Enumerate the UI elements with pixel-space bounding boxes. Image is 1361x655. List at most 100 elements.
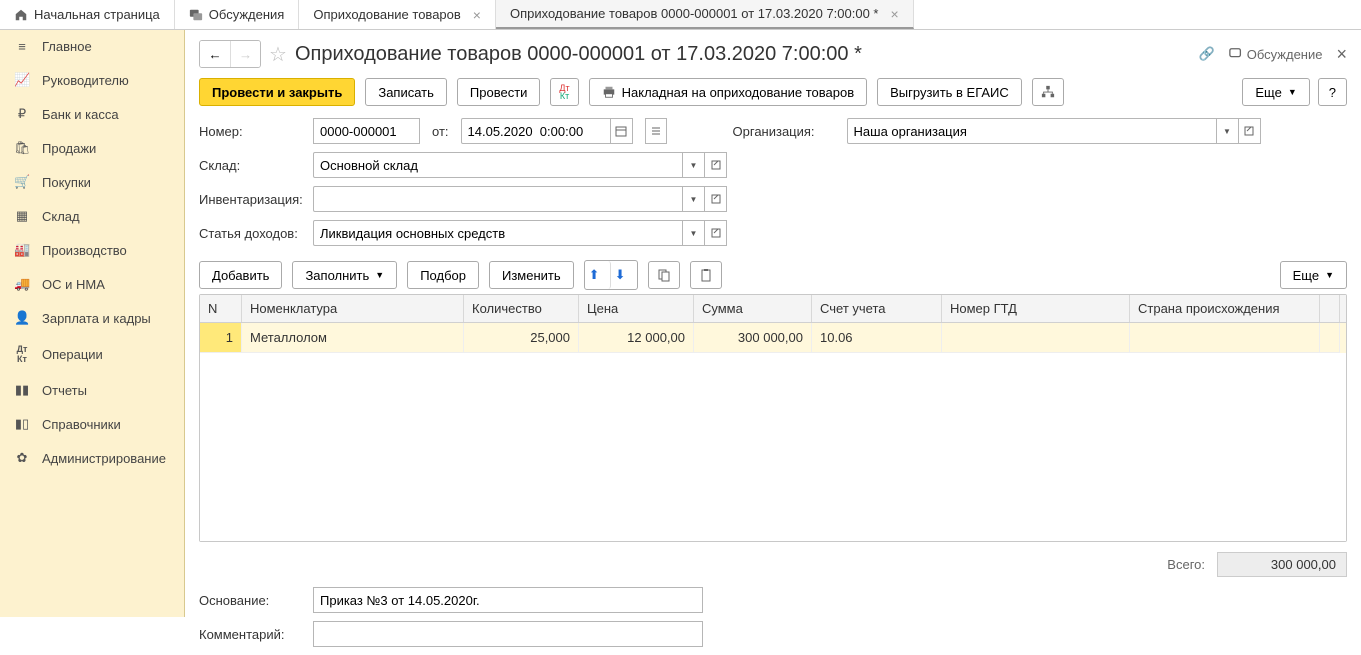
- comment-field[interactable]: [313, 621, 703, 647]
- pick-button[interactable]: Подбор: [407, 261, 479, 289]
- sidebar-item-reports[interactable]: ▮▮Отчеты: [0, 373, 184, 407]
- sidebar-item-label: Отчеты: [42, 383, 87, 398]
- sidebar-item-warehouse[interactable]: ▦Склад: [0, 199, 184, 233]
- move-up-button[interactable]: ⬆: [585, 261, 611, 289]
- open-button[interactable]: [705, 152, 727, 178]
- sidebar-item-admin[interactable]: ✿Администрирование: [0, 441, 184, 475]
- cell-n[interactable]: 1: [200, 323, 242, 353]
- sidebar-item-label: Справочники: [42, 417, 121, 432]
- inventory-field[interactable]: [313, 186, 683, 212]
- cell-qty[interactable]: 25,000: [464, 323, 579, 353]
- egais-button[interactable]: Выгрузить в ЕГАИС: [877, 78, 1022, 106]
- cell-extra: [1320, 323, 1340, 353]
- sidebar-item-operations[interactable]: ДтКтОперации: [0, 335, 184, 373]
- col-header-country[interactable]: Страна происхождения: [1130, 295, 1320, 322]
- org-field[interactable]: [847, 118, 1217, 144]
- paste-button[interactable]: [690, 261, 722, 289]
- cell-nomenclature[interactable]: Металлолом: [242, 323, 464, 353]
- cell-price[interactable]: 12 000,00: [579, 323, 694, 353]
- income-item-field[interactable]: [313, 220, 683, 246]
- dtkt-button[interactable]: ДтКт: [550, 78, 578, 106]
- home-icon: [14, 8, 28, 22]
- close-icon[interactable]: ×: [891, 6, 899, 22]
- more-button[interactable]: Еще ▼: [1242, 78, 1309, 106]
- sidebar-item-bank[interactable]: ₽Банк и касса: [0, 97, 184, 131]
- date-field[interactable]: [461, 118, 611, 144]
- sidebar-item-directories[interactable]: ▮▯ Справочники: [0, 407, 184, 441]
- books-icon: ▮▯: [14, 416, 30, 432]
- close-icon[interactable]: ×: [473, 7, 481, 23]
- tab-home[interactable]: Начальная страница: [0, 0, 175, 29]
- sidebar-item-sales[interactable]: 🛍Продажи: [0, 131, 184, 165]
- back-button[interactable]: ←: [200, 41, 230, 67]
- basis-field[interactable]: [313, 587, 703, 613]
- col-header-gtd[interactable]: Номер ГТД: [942, 295, 1130, 322]
- print-button[interactable]: Накладная на оприходование товаров: [589, 78, 867, 106]
- add-button[interactable]: Добавить: [199, 261, 282, 289]
- star-icon[interactable]: ☆: [269, 42, 287, 67]
- sidebar-item-payroll[interactable]: 👤Зарплата и кадры: [0, 301, 184, 335]
- cell-country[interactable]: [1130, 323, 1320, 353]
- open-button[interactable]: [705, 186, 727, 212]
- sidebar-item-assets[interactable]: 🚚ОС и НМА: [0, 267, 184, 301]
- tab-doc[interactable]: Оприходование товаров 0000-000001 от 17.…: [496, 0, 914, 29]
- col-header-n[interactable]: N: [200, 295, 242, 322]
- open-button[interactable]: [1239, 118, 1261, 144]
- open-button[interactable]: [705, 220, 727, 246]
- fill-button[interactable]: Заполнить ▼: [292, 261, 397, 289]
- inventory-label: Инвентаризация:: [199, 192, 307, 207]
- structure-button[interactable]: [1032, 78, 1064, 106]
- link-icon[interactable]: 🔗: [1199, 46, 1215, 62]
- sidebar-item-manager[interactable]: 📈Руководителю: [0, 63, 184, 97]
- number-label: Номер:: [199, 124, 307, 139]
- tab-discussions[interactable]: Обсуждения: [175, 0, 300, 29]
- col-header-nomenclature[interactable]: Номенклатура: [242, 295, 464, 322]
- grid-more-button[interactable]: Еще ▼: [1280, 261, 1347, 289]
- dropdown-button[interactable]: ▼: [683, 186, 705, 212]
- sidebar-item-production[interactable]: 🏭Производство: [0, 233, 184, 267]
- post-and-close-button[interactable]: Провести и закрыть: [199, 78, 355, 106]
- sidebar-item-purchases[interactable]: 🛒Покупки: [0, 165, 184, 199]
- chevron-down-icon: ▼: [690, 229, 698, 238]
- list-icon: [650, 125, 662, 137]
- edit-button[interactable]: Изменить: [489, 261, 574, 289]
- discussions-icon: [189, 8, 203, 22]
- calendar-button[interactable]: [611, 118, 633, 144]
- chevron-down-icon: ▼: [690, 195, 698, 204]
- sidebar-item-label: Банк и касса: [42, 107, 119, 122]
- sidebar-item-label: Руководителю: [42, 73, 129, 88]
- dropdown-button[interactable]: ▼: [683, 152, 705, 178]
- cart-icon: 🛒: [14, 174, 30, 190]
- post-button[interactable]: Провести: [457, 78, 541, 106]
- grid-body[interactable]: 1 Металлолом 25,000 12 000,00 300 000,00…: [200, 323, 1346, 541]
- page-title: Оприходование товаров 0000-000001 от 17.…: [295, 43, 862, 66]
- cell-gtd[interactable]: [942, 323, 1130, 353]
- sidebar-item-label: Продажи: [42, 141, 96, 156]
- number-field[interactable]: [313, 118, 420, 144]
- col-header-price[interactable]: Цена: [579, 295, 694, 322]
- cell-account[interactable]: 10.06: [812, 323, 942, 353]
- table-row[interactable]: 1 Металлолом 25,000 12 000,00 300 000,00…: [200, 323, 1346, 353]
- col-header-sum[interactable]: Сумма: [694, 295, 812, 322]
- sidebar-item-label: ОС и НМА: [42, 277, 105, 292]
- cell-sum[interactable]: 300 000,00: [694, 323, 812, 353]
- copy-button[interactable]: [648, 261, 680, 289]
- help-button[interactable]: ?: [1318, 78, 1347, 106]
- dropdown-button[interactable]: ▼: [1217, 118, 1239, 144]
- close-icon[interactable]: ×: [1336, 44, 1347, 65]
- chevron-down-icon: ▼: [690, 161, 698, 170]
- forward-button[interactable]: →: [230, 41, 260, 67]
- col-header-account[interactable]: Счет учета: [812, 295, 942, 322]
- tree-icon: [1041, 85, 1055, 99]
- copy-icon: [657, 268, 671, 282]
- basis-label: Основание:: [199, 593, 307, 608]
- period-button[interactable]: [645, 118, 667, 144]
- dropdown-button[interactable]: ▼: [683, 220, 705, 246]
- tab-list[interactable]: Оприходование товаров ×: [299, 0, 496, 29]
- warehouse-field[interactable]: [313, 152, 683, 178]
- discussion-button[interactable]: Обсуждение: [1229, 47, 1323, 62]
- move-down-button[interactable]: ⬇: [611, 261, 637, 289]
- col-header-qty[interactable]: Количество: [464, 295, 579, 322]
- write-button[interactable]: Записать: [365, 78, 447, 106]
- sidebar-item-main[interactable]: ≡Главное: [0, 30, 184, 63]
